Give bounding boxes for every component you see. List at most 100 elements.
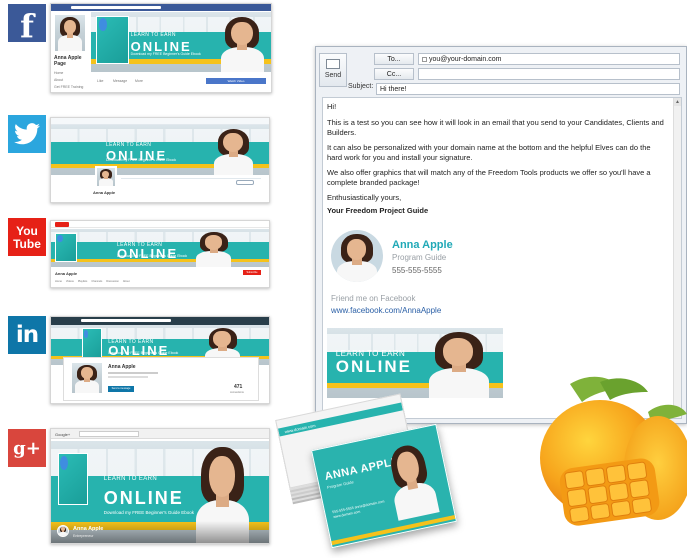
twitter-follow-button[interactable]: [236, 180, 254, 185]
googleplus-search-input[interactable]: [79, 431, 139, 437]
youtube-tab-playlists[interactable]: Playlists: [78, 280, 88, 283]
marketing-collage: f You Tube in g+ LEARN TO EARN ONLINE Do…: [0, 0, 687, 558]
ebook-cover: [96, 15, 129, 64]
send-button-label: Send: [324, 72, 342, 79]
signature-role: Program Guide: [392, 253, 447, 262]
googleplus-logo-text: Google+: [55, 432, 71, 437]
twitter-bird-icon: [14, 123, 40, 145]
banner-line3: Download my FREE Beginner's Guide Ebook: [106, 158, 177, 162]
email-body[interactable]: ▲ Hi! This is a test so you can see how …: [322, 97, 682, 419]
signature-phone: 555-555-5555: [392, 266, 442, 275]
linkedin-name: Anna Apple: [108, 364, 136, 370]
to-field[interactable]: you@your-domain.com: [418, 53, 680, 65]
facebook-cover-banner: LEARN TO EARN ONLINE Download my FREE Be…: [91, 12, 271, 72]
googleplus-name-overlay: [51, 521, 269, 543]
email-greeting: Hi!: [327, 102, 337, 111]
business-cards: www.domain.com ANNA APPLE Program Guide …: [275, 393, 457, 558]
linkedin-search-bar[interactable]: [81, 319, 171, 322]
banner-line3: Download my FREE Beginner's Guide Ebook: [108, 351, 179, 356]
googleplus-role: Entrepreneur: [73, 534, 94, 538]
linkedin-icon: in: [8, 316, 46, 354]
facebook-nav-about[interactable]: About: [54, 78, 63, 82]
youtube-topbar: [51, 221, 269, 228]
signature-banner-line2: ONLINE: [335, 357, 413, 377]
youtube-channel-art: LEARN TO EARN ONLINE Download my FREE Be…: [51, 229, 269, 267]
ebook-cover: [81, 328, 102, 359]
twitter-stats-divider: [121, 178, 261, 179]
to-field-value: you@your-domain.com: [429, 56, 502, 63]
subject-label: Subject:: [348, 83, 374, 90]
email-compose-window: Send To... you@your-domain.com Cc... Sub…: [315, 46, 687, 424]
linkedin-profile-card: Anna Apple Send a message 471 connection…: [63, 357, 259, 401]
youtube-tab-videos[interactable]: Videos: [66, 280, 74, 283]
ebook-cover: [57, 453, 89, 506]
twitter-avatar: [95, 166, 117, 188]
vertical-scrollbar[interactable]: ▲: [673, 98, 681, 418]
linkedin-headline-line: [108, 372, 158, 374]
signature-facebook-link[interactable]: www.facebook.com/AnnaApple: [331, 306, 441, 315]
youtube-subscribe-button[interactable]: Subscribe: [243, 270, 261, 275]
facebook-search-bar[interactable]: [71, 6, 161, 9]
signature-banner: LEARN TO EARN ONLINE: [327, 328, 503, 398]
mango-icon: [540, 376, 687, 526]
facebook-message-button[interactable]: Message: [113, 79, 127, 83]
twitter-name: Anna Apple: [93, 190, 116, 195]
ebook-cover: [55, 232, 78, 262]
cc-button[interactable]: Cc...: [374, 68, 414, 80]
recipient-icon: [422, 56, 427, 62]
banner-line2: ONLINE: [103, 487, 184, 508]
youtube-tab-home[interactable]: Home: [55, 280, 62, 283]
facebook-like-button[interactable]: Like: [97, 79, 103, 83]
banner-line3: Download my FREE Beginner's Guide Ebook: [117, 254, 188, 259]
youtube-tab-discussion[interactable]: Discussion: [106, 280, 119, 283]
linkedin-connections-label: connections: [230, 391, 244, 394]
envelope-icon: [326, 59, 340, 69]
facebook-cta-button[interactable]: Watch Video: [206, 78, 266, 84]
linkedin-profile-mockup: LEARN TO EARN ONLINE Download my FREE Be…: [50, 316, 270, 404]
cc-field[interactable]: [418, 68, 680, 80]
facebook-icon: f: [8, 4, 46, 45]
banner-line1: LEARN TO EARN: [103, 476, 158, 483]
send-button[interactable]: Send: [319, 53, 347, 87]
email-signoff: Your Freedom Project Guide: [327, 206, 429, 215]
signature-photo: [331, 230, 383, 282]
googleplus-icon: g+: [8, 429, 46, 467]
youtube-channel-mockup: LEARN TO EARN ONLINE Download my FREE Be…: [50, 220, 270, 288]
twitter-icon: [8, 115, 46, 153]
youtube-channel-name: Anna Apple: [55, 271, 78, 276]
linkedin-connection-count: 471: [234, 384, 243, 390]
woman-photo: [429, 332, 489, 398]
subject-field[interactable]: Hi there!: [376, 83, 680, 95]
mango-illustration: [530, 372, 687, 558]
youtube-tab-about[interactable]: About: [123, 280, 130, 283]
signature-name: Anna Apple: [392, 239, 453, 251]
facebook-page-type: Page: [54, 61, 66, 67]
facebook-more-button[interactable]: More: [135, 79, 143, 83]
woman-photo: [196, 232, 232, 267]
googleplus-page-mockup: Google+ LEARN TO EARN ONLINE Download my…: [50, 428, 270, 544]
woman-photo: [384, 442, 440, 521]
banner-line3: Download my FREE Beginner's Guide Ebook: [103, 509, 194, 515]
facebook-nav-training[interactable]: Get FREE Training: [54, 85, 83, 89]
woman-photo: [220, 16, 264, 72]
linkedin-message-button[interactable]: Send a message: [108, 386, 134, 392]
youtube-tab-channels[interactable]: Channels: [91, 280, 102, 283]
card-contact-info: 555-555-5555 anna@domain.com www.domain.…: [331, 499, 385, 520]
twitter-header-banner: LEARN TO EARN ONLINE Download my FREE Be…: [51, 125, 269, 175]
linkedin-location-line: [108, 376, 148, 378]
facebook-page-mockup: LEARN TO EARN ONLINE Download my FREE Be…: [50, 3, 272, 93]
googleplus-avatar: [57, 525, 69, 537]
banner-line3: Download my FREE Beginner's Guide Ebook: [130, 51, 201, 56]
youtube-tab-bar: Home Videos Playlists Channels Discussio…: [55, 280, 130, 283]
googleplus-name: Anna Apple: [73, 526, 104, 532]
linkedin-profile-photo: [72, 363, 102, 393]
scroll-up-icon[interactable]: ▲: [674, 98, 681, 106]
facebook-profile-photo: [54, 14, 86, 52]
banner-line1: LEARN TO EARN: [130, 32, 176, 39]
youtube-icon: You Tube: [8, 218, 46, 256]
woman-photo: [213, 129, 254, 175]
facebook-nav-home[interactable]: Home: [54, 71, 63, 75]
to-button[interactable]: To...: [374, 53, 414, 65]
signature-friend-text: Friend me on Facebook: [331, 294, 416, 303]
twitter-topbar: [51, 118, 269, 125]
